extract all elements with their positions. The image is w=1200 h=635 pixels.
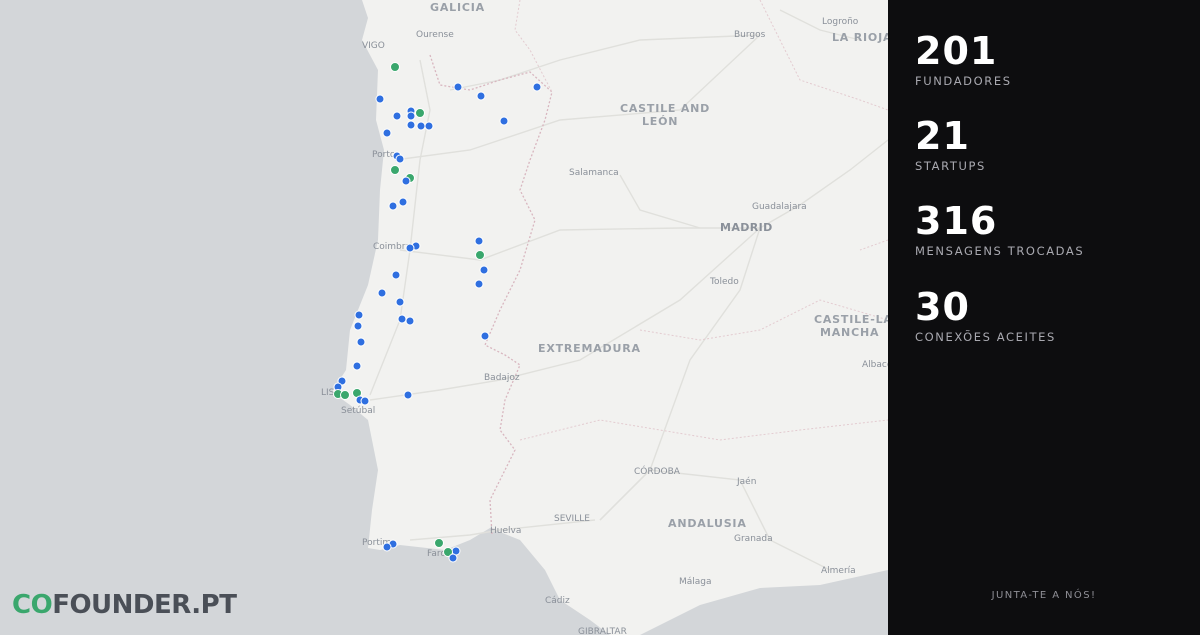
label-gibraltar: GIBRALTAR [578,627,627,635]
stat-fundadores: 201 FUNDADORES [915,31,1012,88]
label-cordoba: CÓRDOBA [634,467,680,477]
founder-marker[interactable] [448,553,458,563]
label-seville: SEVILLE [554,514,590,524]
label-almeria: Almería [821,566,856,576]
founder-marker[interactable] [382,542,392,552]
label-castile-leon-1: CASTILE AND [620,102,711,115]
logo-part-founder: FOUNDER.PT [52,590,237,620]
founder-marker[interactable] [382,128,392,138]
label-la-rioja: LA RIOJA [832,31,888,44]
label-cadiz: Cádiz [545,596,570,606]
label-madrid: MADRID [720,221,773,234]
startup-marker[interactable] [390,165,400,175]
label-galicia: GALICIA [430,1,485,14]
ocean-south-east [640,570,888,635]
logo-part-co: CO [12,590,53,620]
label-vigo: VIGO [362,41,385,51]
founder-marker[interactable] [532,82,542,92]
founder-marker[interactable] [474,279,484,289]
label-ourense: Ourense [416,30,454,40]
label-castile-mancha-1: CASTILE-LA [814,313,888,326]
founder-marker[interactable] [405,316,415,326]
founder-marker[interactable] [480,331,490,341]
border-regions [514,0,888,441]
startup-marker[interactable] [475,250,485,260]
founder-marker[interactable] [352,361,362,371]
label-huelva: Huelva [490,526,522,536]
founder-marker[interactable] [476,91,486,101]
founder-marker[interactable] [395,297,405,307]
ocean [0,0,610,635]
map[interactable]: GALICIA CASTILE AND LEÓN LA RIOJA EXTREM… [0,0,888,635]
label-granada: Granada [734,534,773,544]
label-toledo: Toledo [710,277,739,287]
founder-marker[interactable] [479,265,489,275]
stat-value: 21 [915,114,970,158]
founder-marker[interactable] [499,116,509,126]
founder-marker[interactable] [356,337,366,347]
founder-marker[interactable] [375,94,385,104]
startup-marker[interactable] [434,538,444,548]
stat-mensagens: 316 MENSAGENS TROCADAS [915,201,1084,258]
founder-marker[interactable] [388,201,398,211]
label-badajoz: Badajoz [484,373,520,383]
label-albacete: Albace [862,360,888,370]
startup-marker[interactable] [415,108,425,118]
founder-marker[interactable] [353,321,363,331]
founder-marker[interactable] [405,243,415,253]
founder-marker[interactable] [360,396,370,406]
founder-marker[interactable] [391,270,401,280]
founder-marker[interactable] [403,390,413,400]
founder-marker[interactable] [474,236,484,246]
cofounder-logo[interactable]: COFOUNDER.PT [12,590,237,620]
stat-conexoes: 30 CONEXÕES ACEITES [915,287,1056,344]
label-setubal: Setúbal [341,406,376,416]
founder-marker[interactable] [395,154,405,164]
label-malaga: Málaga [679,577,712,587]
label-jaen: Jaén [737,477,757,487]
founder-marker[interactable] [354,310,364,320]
stat-value: 316 [915,199,998,243]
founder-marker[interactable] [424,121,434,131]
stat-value: 201 [915,29,998,73]
founder-marker[interactable] [453,82,463,92]
label-salamanca: Salamanca [569,168,619,178]
startup-marker[interactable] [340,390,350,400]
label-burgos: Burgos [734,30,766,40]
stat-value: 30 [915,285,970,329]
stat-label: FUNDADORES [915,74,1012,88]
stats-panel: 201 FUNDADORES 21 STARTUPS 316 MENSAGENS… [888,0,1200,635]
label-extremadura: EXTREMADURA [538,342,641,355]
stat-label: MENSAGENS TROCADAS [915,244,1085,258]
founder-marker[interactable] [392,111,402,121]
stat-startups: 21 STARTUPS [915,116,986,173]
stat-label: CONEXÕES ACEITES [915,330,1056,344]
label-castile-leon-2: LEÓN [642,115,679,128]
founder-marker[interactable] [406,111,416,121]
label-guadalajara: Guadalajara [752,202,807,212]
founder-marker[interactable] [377,288,387,298]
border-portugal-spain [429,54,553,536]
label-castile-mancha-2: MANCHA [820,326,880,339]
stat-label: STARTUPS [915,159,986,173]
startup-marker[interactable] [390,62,400,72]
founder-marker[interactable] [401,176,411,186]
label-andalusia: ANDALUSIA [668,517,747,530]
label-logrono: Logroño [822,17,859,27]
join-us-link[interactable]: JUNTA-TE A NÓS! [888,590,1200,601]
founder-marker[interactable] [398,197,408,207]
founder-marker[interactable] [406,120,416,130]
